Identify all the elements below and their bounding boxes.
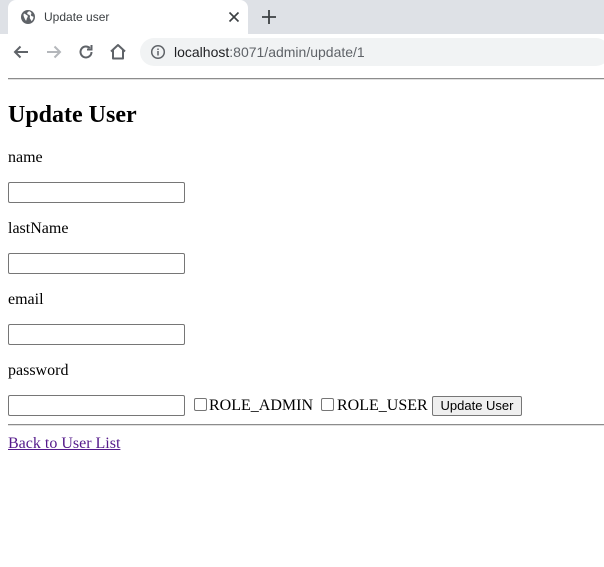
plus-icon[interactable] <box>260 8 278 26</box>
tab-strip: Update user <box>0 0 604 34</box>
info-icon[interactable] <box>150 44 166 60</box>
url-text[interactable]: localhost:8071/admin/update/1 <box>174 44 365 60</box>
url-host: localhost <box>174 44 230 60</box>
name-field[interactable] <box>8 182 185 203</box>
role-user-checkbox[interactable] <box>321 398 334 411</box>
reload-icon[interactable] <box>76 42 96 62</box>
arrow-left-icon[interactable] <box>11 42 31 62</box>
role-user-label: ROLE_USER <box>337 397 428 414</box>
name-label: name <box>8 149 43 166</box>
page-title: Update User <box>8 102 137 128</box>
lastname-label: lastName <box>8 220 69 237</box>
lastname-field[interactable] <box>8 253 185 274</box>
url-path: :8071/admin/update/1 <box>229 44 365 60</box>
divider <box>8 424 604 426</box>
email-field[interactable] <box>8 324 185 345</box>
role-admin-checkbox[interactable] <box>194 398 207 411</box>
back-to-user-list-link[interactable]: Back to User List <box>8 435 120 453</box>
close-icon[interactable] <box>226 9 242 25</box>
home-icon[interactable] <box>108 42 128 62</box>
password-field[interactable] <box>8 395 185 416</box>
role-admin-label: ROLE_ADMIN <box>209 397 313 414</box>
page-content: Update User name lastName email password… <box>0 70 604 567</box>
divider <box>8 78 604 80</box>
email-label: email <box>8 291 44 308</box>
arrow-right-icon[interactable] <box>44 42 64 62</box>
browser-tab[interactable]: Update user <box>8 0 248 34</box>
address-bar[interactable]: localhost:8071/admin/update/1 <box>140 38 604 66</box>
tab-title: Update user <box>44 10 110 24</box>
browser-toolbar: localhost:8071/admin/update/1 <box>0 34 604 70</box>
password-label: password <box>8 362 69 379</box>
globe-icon <box>21 10 35 24</box>
update-user-button[interactable]: Update User <box>432 396 522 416</box>
